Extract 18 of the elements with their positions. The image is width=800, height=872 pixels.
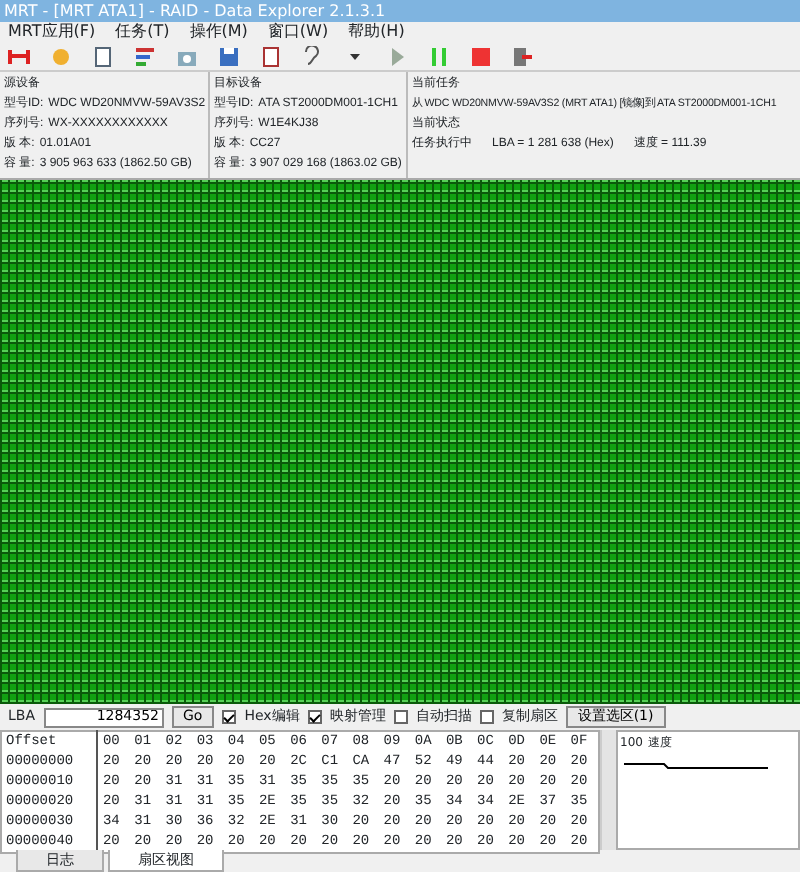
menu-item[interactable]: MRT应用(F) bbox=[8, 22, 96, 42]
menu-item[interactable]: 帮助(H) bbox=[348, 22, 405, 42]
save-icon[interactable] bbox=[218, 45, 240, 67]
checkbox[interactable] bbox=[479, 710, 494, 724]
scrollbar[interactable] bbox=[600, 730, 616, 850]
stop-icon[interactable] bbox=[470, 45, 492, 67]
bars-icon[interactable] bbox=[134, 45, 156, 67]
exit-icon[interactable] bbox=[512, 45, 534, 67]
menu-item[interactable]: 窗口(W) bbox=[267, 22, 329, 42]
checkbox[interactable] bbox=[222, 710, 237, 724]
window-title: MRT - [MRT ATA1] - RAID - Data Explorer 2.1.3.1 bbox=[0, 0, 800, 22]
document-icon[interactable] bbox=[92, 45, 114, 67]
menu-item[interactable]: 任务(T) bbox=[115, 22, 170, 42]
checkbox[interactable] bbox=[307, 710, 322, 724]
link-icon[interactable] bbox=[8, 45, 30, 67]
sheet-icon[interactable] bbox=[260, 45, 282, 67]
checkbox[interactable] bbox=[393, 710, 408, 724]
menu-item[interactable]: 操作(M) bbox=[189, 22, 248, 42]
